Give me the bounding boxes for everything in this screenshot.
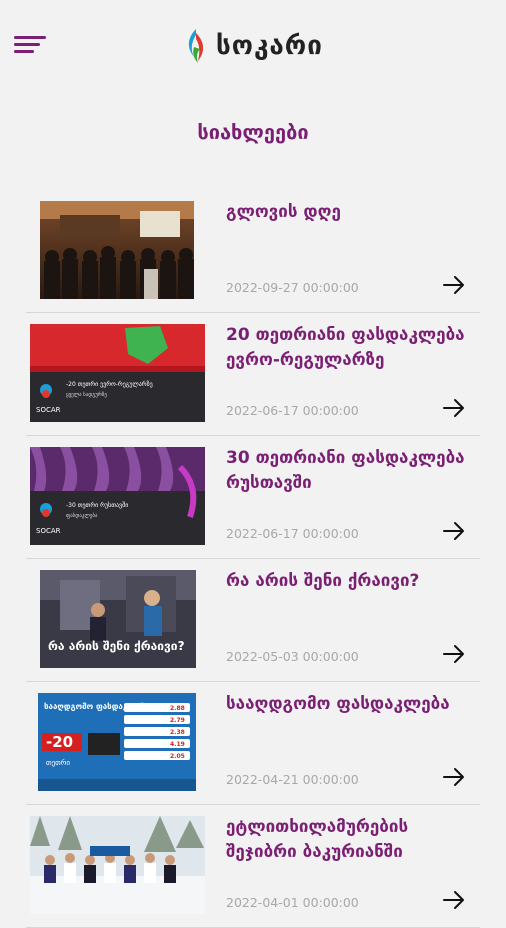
brand-name: სოკარი — [216, 31, 323, 61]
news-thumbnail[interactable] — [30, 816, 205, 914]
hamburger-menu-icon[interactable] — [14, 34, 48, 56]
page-title: სიახლეები — [197, 120, 309, 144]
price-3: 2.38 — [170, 729, 185, 736]
news-thumbnail[interactable]: სააღდგომო ფასდაკლება -20 თეთრი 2.88 2.79… — [38, 693, 196, 791]
promo-line1: -30 თეთრი რუსთავში — [66, 502, 128, 509]
promo-brand: SOCAR — [36, 527, 61, 535]
socar-logo: სოკარი — [182, 26, 323, 66]
price-2: 2.79 — [170, 717, 185, 724]
price-1: 2.88 — [170, 705, 185, 712]
news-item[interactable]: რა არის შენი ქრაივი? რა არის შენი ქრაივი… — [26, 559, 480, 682]
easter-big: -20 — [46, 733, 73, 751]
arrow-right-icon[interactable] — [442, 889, 466, 911]
news-title[interactable]: ეტლითხილამურების შეჯიბრი ბაკურიანში — [226, 815, 471, 865]
promo-line2: ფასდაკლება — [66, 512, 98, 519]
app-header: სოკარი — [0, 0, 506, 100]
news-title[interactable]: რა არის შენი ქრაივი? — [226, 569, 471, 594]
news-date: 2022-09-27 00:00:00 — [226, 280, 359, 295]
news-thumbnail[interactable]: SOCAR -20 თეთრი ევრო-რეგულარზე ყველა სად… — [30, 324, 205, 422]
arrow-right-icon[interactable] — [442, 520, 466, 542]
news-item[interactable]: SOCAR -20 თეთრი ევრო-რეგულარზე ყველა სად… — [26, 313, 480, 436]
promo-line2: ყველა სადგურზე — [66, 391, 107, 398]
promo-line1: -20 თეთრი ევრო-რეგულარზე — [66, 381, 153, 388]
news-item[interactable]: გლოვის დღე 2022-09-27 00:00:00 — [26, 190, 480, 313]
news-list: გლოვის დღე 2022-09-27 00:00:00 SOCAR -20… — [26, 190, 480, 928]
news-title[interactable]: 20 თეთრიანი ფასდაკლება ევრო-რეგულარზე — [226, 323, 471, 373]
price-4: 4.19 — [170, 741, 185, 748]
news-date: 2022-06-17 00:00:00 — [226, 403, 359, 418]
promo-brand: SOCAR — [36, 406, 61, 414]
drive-caption: რა არის შენი ქრაივი? — [48, 639, 185, 653]
news-date: 2022-04-21 00:00:00 — [226, 772, 359, 787]
news-title[interactable]: 30 თეთრიანი ფასდაკლება რუსთავში — [226, 446, 471, 496]
news-thumbnail[interactable]: რა არის შენი ქრაივი? — [40, 570, 196, 668]
news-item[interactable]: SOCAR -30 თეთრი რუსთავში ფასდაკლება 30 თ… — [26, 436, 480, 559]
news-title[interactable]: სააღდგომო ფასდაკლება — [226, 692, 471, 717]
arrow-right-icon[interactable] — [442, 397, 466, 419]
easter-unit: თეთრი — [46, 758, 70, 767]
news-item[interactable]: სააღდგომო ფასდაკლება -20 თეთრი 2.88 2.79… — [26, 682, 480, 805]
news-thumbnail[interactable]: SOCAR -30 თეთრი რუსთავში ფასდაკლება — [30, 447, 205, 545]
price-5: 2.05 — [170, 753, 185, 760]
news-date: 2022-04-01 00:00:00 — [226, 895, 359, 910]
news-title[interactable]: გლოვის დღე — [226, 200, 471, 225]
arrow-right-icon[interactable] — [442, 643, 466, 665]
news-date: 2022-05-03 00:00:00 — [226, 649, 359, 664]
news-date: 2022-06-17 00:00:00 — [226, 526, 359, 541]
news-thumbnail[interactable] — [40, 201, 194, 299]
flame-logo-icon — [188, 29, 204, 63]
arrow-right-icon[interactable] — [442, 274, 466, 296]
news-item[interactable]: ეტლითხილამურების შეჯიბრი ბაკურიანში 2022… — [26, 805, 480, 928]
arrow-right-icon[interactable] — [442, 766, 466, 788]
